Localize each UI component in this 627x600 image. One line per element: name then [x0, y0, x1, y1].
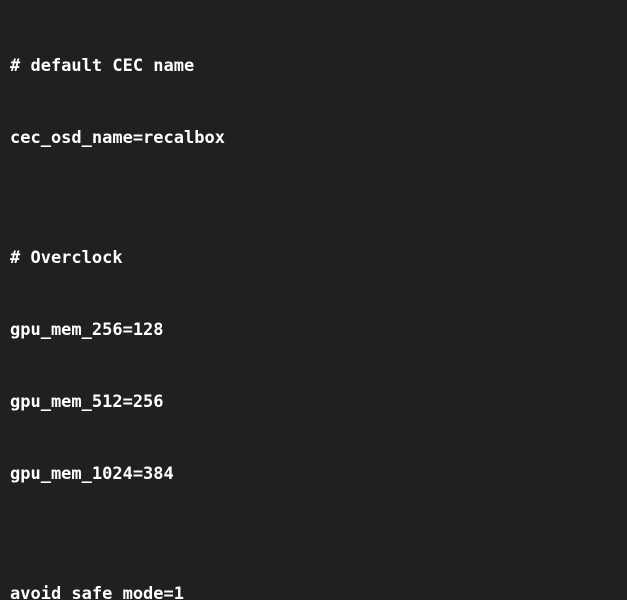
config-line: gpu_mem_1024=384	[10, 462, 617, 486]
config-line: avoid_safe_mode=1	[10, 582, 617, 600]
config-line: gpu_mem_512=256	[10, 390, 617, 414]
config-line: gpu_mem_256=128	[10, 318, 617, 342]
config-line: # Overclock	[10, 246, 617, 270]
terminal-editor[interactable]: # default CEC name cec_osd_name=recalbox…	[0, 0, 627, 600]
config-line: cec_osd_name=recalbox	[10, 126, 617, 150]
config-line: # default CEC name	[10, 54, 617, 78]
